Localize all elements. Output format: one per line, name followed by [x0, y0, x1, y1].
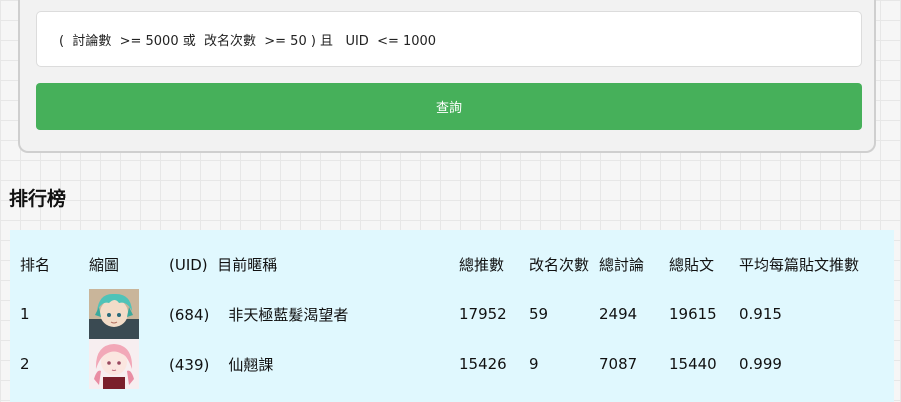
uid-name-cell: (684) 非天極藍髮渴望者 — [169, 305, 349, 324]
header-thumbnail: 縮圖 — [89, 255, 120, 274]
rename-count-cell: 59 — [529, 305, 549, 323]
avatar-cell — [89, 289, 139, 339]
query-expression-field[interactable]: ( 討論數 >= 5000 或 改名次數 >= 50 ) 且 UID <= 10… — [36, 11, 862, 67]
leaderboard-table: 排名 縮圖 (UID) 目前暱稱 總推數 改名次數 總討論 總貼文 平均每篇貼文… — [10, 230, 894, 402]
query-expression-text: ( 討論數 >= 5000 或 改名次數 >= 50 ) 且 UID <= 10… — [59, 33, 437, 49]
rank-cell: 1 — [20, 305, 30, 323]
total-discussion-cell: 2494 — [599, 305, 638, 323]
leaderboard-title: 排行榜 — [9, 188, 67, 210]
avatar[interactable] — [89, 339, 139, 389]
table-header-row: 排名 縮圖 (UID) 目前暱稱 總推數 改名次數 總討論 總貼文 平均每篇貼文… — [10, 239, 894, 289]
avatar-cell — [89, 339, 139, 389]
header-total-posts: 總貼文 — [669, 255, 715, 274]
total-push-cell: 15426 — [459, 355, 507, 373]
header-rename-count: 改名次數 — [529, 255, 590, 274]
query-button-label: 查詢 — [435, 101, 462, 116]
total-posts-cell: 19615 — [669, 305, 717, 323]
rename-count-cell: 9 — [529, 355, 539, 373]
header-avg-push: 平均每篇貼文推數 — [739, 255, 860, 274]
uid-name-cell: (439) 仙翹課 — [169, 355, 274, 374]
header-uid-name: (UID) 目前暱稱 — [169, 255, 278, 274]
table-row[interactable]: 2 (439) 仙翹課 15426 9 7087 15440 0.999 — [10, 339, 894, 389]
table-row[interactable]: 1 (684) 非天極藍髮渴望者 17952 59 2494 19615 0.9… — [10, 289, 894, 339]
rank-cell: 2 — [20, 355, 30, 373]
total-discussion-cell: 7087 — [599, 355, 638, 373]
total-posts-cell: 15440 — [669, 355, 717, 373]
avg-push-cell: 0.999 — [739, 355, 782, 373]
header-rank: 排名 — [20, 255, 51, 274]
header-total-discussion: 總討論 — [599, 255, 645, 274]
header-total-push: 總推數 — [459, 255, 505, 274]
total-push-cell: 17952 — [459, 305, 507, 323]
avg-push-cell: 0.915 — [739, 305, 782, 323]
query-button[interactable]: 查詢 — [36, 83, 862, 130]
avatar[interactable] — [89, 289, 139, 339]
